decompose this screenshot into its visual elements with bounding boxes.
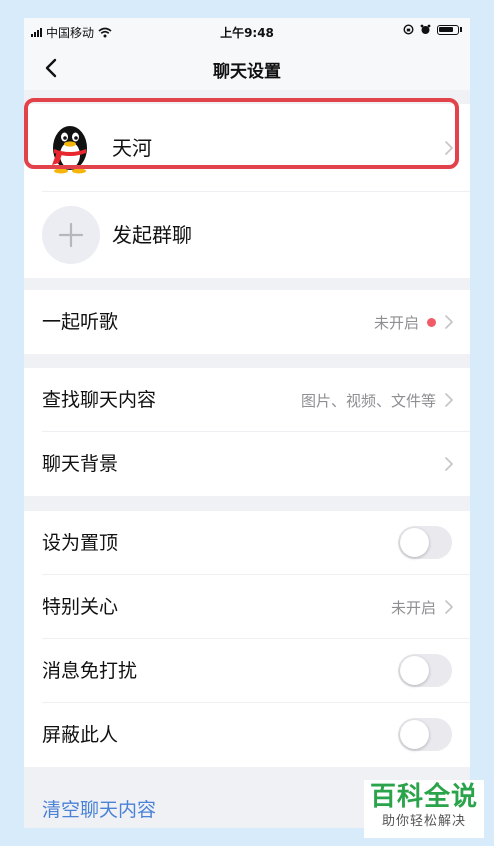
start-group-chat-row[interactable]: 发起群聊	[24, 192, 470, 278]
add-circle[interactable]	[42, 206, 100, 264]
do-not-disturb-toggle[interactable]	[398, 654, 452, 687]
start-group-chat-label: 发起群聊	[112, 223, 192, 247]
pin-to-top-row: 设为置顶	[24, 511, 470, 575]
page-title: 聊天设置	[213, 62, 281, 82]
red-dot-badge	[427, 317, 436, 327]
qq-penguin-icon	[52, 126, 87, 174]
do-not-disturb-row: 消息免打扰	[24, 639, 470, 703]
rotation-lock-icon	[403, 24, 414, 35]
status-right	[403, 24, 462, 35]
pin-to-top-label: 设为置顶	[42, 532, 119, 554]
listen-together-label: 一起听歌	[42, 311, 119, 333]
block-user-label: 屏蔽此人	[42, 724, 119, 746]
watermark-title: 百科全说	[369, 782, 478, 812]
watermark: 百科全说 助你轻松解决	[364, 780, 484, 838]
phone-screen: 中国移动 上午9:48 聊天设置 天河 发起群聊 一起听歌 未开启 查找聊天内容…	[24, 18, 470, 828]
watermark-subtitle: 助你轻松解决	[381, 814, 466, 829]
music-section: 一起听歌 未开启	[24, 290, 470, 354]
contact-section: 天河 发起群聊	[24, 104, 470, 278]
chevron-right-icon	[445, 315, 453, 329]
chat-options-section: 设为置顶 特别关心 未开启 消息免打扰 屏蔽此人	[24, 511, 470, 767]
chat-background-chevron-group	[444, 432, 454, 496]
contact-name: 天河	[112, 136, 152, 160]
navigation-bar: 聊天设置	[24, 46, 470, 90]
contact-profile-row[interactable]: 天河	[24, 104, 470, 192]
listen-together-row[interactable]: 一起听歌 未开启	[24, 290, 470, 354]
battery-icon	[437, 24, 459, 35]
special-care-label: 特别关心	[42, 596, 119, 618]
do-not-disturb-label: 消息免打扰	[42, 660, 138, 682]
toggle-knob	[400, 528, 429, 557]
toggle-knob	[400, 656, 429, 685]
battery-tip	[460, 27, 462, 32]
chat-background-label: 聊天背景	[42, 453, 119, 475]
plus-icon	[58, 222, 84, 248]
listen-together-status: 未开启	[373, 313, 419, 332]
listen-together-status-group: 未开启	[374, 290, 454, 354]
chevron-right-icon	[445, 393, 453, 407]
chevron-right-icon	[445, 600, 453, 614]
block-user-row: 屏蔽此人	[24, 703, 470, 767]
search-chat-content-label: 查找聊天内容	[42, 389, 157, 411]
special-care-row[interactable]: 特别关心 未开启	[24, 575, 470, 639]
alarm-icon	[420, 24, 431, 34]
search-chat-content-row[interactable]: 查找聊天内容 图片、视频、文件等	[24, 368, 470, 432]
status-bar: 中国移动 上午9:48	[24, 18, 470, 46]
toggle-knob	[400, 720, 429, 749]
special-care-status-group: 未开启	[391, 575, 454, 639]
block-user-toggle[interactable]	[398, 718, 452, 751]
clear-chat-history-link[interactable]: 清空聊天内容	[42, 795, 156, 822]
chevron-right-icon	[445, 457, 453, 471]
chat-background-row[interactable]: 聊天背景	[24, 432, 470, 496]
special-care-status: 未开启	[390, 598, 436, 617]
chevron-right-icon	[445, 141, 453, 155]
search-chat-content-hint-group: 图片、视频、文件等	[301, 368, 454, 432]
chat-content-section: 查找聊天内容 图片、视频、文件等 聊天背景	[24, 368, 470, 496]
search-chat-content-hint: 图片、视频、文件等	[300, 391, 436, 410]
pin-to-top-toggle[interactable]	[398, 526, 452, 559]
